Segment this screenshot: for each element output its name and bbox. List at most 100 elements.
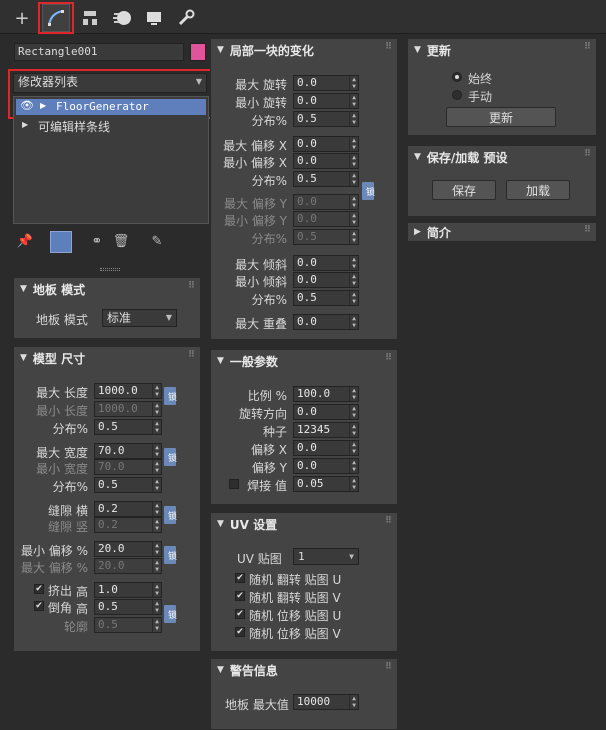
object-name-field[interactable]: Rectangle001 bbox=[14, 43, 184, 61]
spinner-arrows-icon[interactable]: ▲ ▼ bbox=[152, 384, 161, 398]
spinner-arrows-icon[interactable]: ▲ ▼ bbox=[152, 583, 161, 597]
spinner-arrows-icon[interactable]: ▲ ▼ bbox=[349, 477, 358, 491]
spinner-arrows-icon[interactable]: ▲ ▼ bbox=[349, 387, 358, 401]
update-button[interactable]: 更新 bbox=[446, 107, 556, 127]
panel-title: 简介 bbox=[426, 225, 451, 240]
configure-icon[interactable]: ✎ bbox=[148, 232, 166, 250]
make-unique-icon[interactable]: ⚭ bbox=[88, 232, 106, 250]
floor-mode-dropdown[interactable]: 标准 ▼ bbox=[102, 309, 177, 327]
spinner-arrows-icon[interactable]: ▲ ▼ bbox=[152, 542, 161, 556]
value-spinner[interactable]: 0.5 ▲ ▼ bbox=[293, 290, 359, 306]
value-spinner[interactable]: 0.5 ▲ ▼ bbox=[94, 419, 162, 435]
warning-header[interactable]: ▼ 警告信息 ⠿ bbox=[211, 659, 397, 681]
value-spinner[interactable]: 0.0 ▲ ▼ bbox=[293, 314, 359, 330]
wrench-icon[interactable] bbox=[172, 4, 200, 32]
trash-icon[interactable]: 🗑 bbox=[112, 232, 130, 250]
value-spinner[interactable]: 100.0 ▲ ▼ bbox=[293, 386, 359, 402]
value-spinner[interactable]: 0.0 ▲ ▼ bbox=[293, 404, 359, 420]
lock-icon[interactable]: 锁 bbox=[164, 546, 176, 564]
value-spinner[interactable]: 0.0 ▲ ▼ bbox=[293, 136, 359, 152]
saveload-header[interactable]: ▼ 保存/加载 预设 ⠿ bbox=[408, 146, 596, 168]
eye-icon[interactable]: 👁 bbox=[20, 99, 34, 112]
show-end-result-icon[interactable] bbox=[50, 231, 72, 253]
display-icon[interactable] bbox=[140, 4, 168, 32]
value-spinner[interactable]: 0.0 ▲ ▼ bbox=[293, 272, 359, 288]
value-spinner[interactable]: 1.0 ▲ ▼ bbox=[94, 582, 162, 598]
intro-header[interactable]: ▶ 简介 ⠿ bbox=[408, 223, 596, 241]
spinner-arrows-icon[interactable]: ▲ ▼ bbox=[349, 291, 358, 305]
checkbox[interactable]: ✔ bbox=[235, 609, 245, 619]
value-spinner[interactable]: 0.5 ▲ ▼ bbox=[293, 111, 359, 127]
motion-icon[interactable] bbox=[108, 4, 136, 32]
value-spinner[interactable]: 1000.0 ▲ ▼ bbox=[94, 383, 162, 399]
value-spinner[interactable]: 0.0 ▲ ▼ bbox=[293, 93, 359, 109]
expand-icon[interactable]: ▶ bbox=[22, 120, 28, 129]
stack-item-editable-spline[interactable]: ▶ 可编辑样条线 bbox=[16, 117, 206, 134]
spinner-arrows-icon[interactable]: ▲ ▼ bbox=[349, 459, 358, 473]
spinner-arrows-icon[interactable]: ▲ ▼ bbox=[349, 405, 358, 419]
object-color-swatch[interactable] bbox=[190, 43, 206, 61]
general-params-header[interactable]: ▼ 一般参数 ⠿ bbox=[211, 350, 397, 372]
spinner-arrows-icon[interactable]: ▲ ▼ bbox=[349, 172, 358, 186]
value-spinner[interactable]: 0.0 ▲ ▼ bbox=[293, 458, 359, 474]
spinner-value: 0.0 bbox=[297, 76, 317, 89]
load-button[interactable]: 加载 bbox=[506, 180, 570, 200]
update-header[interactable]: ▼ 更新 ⠿ bbox=[408, 39, 596, 61]
value-spinner[interactable]: 70.0 ▲ ▼ bbox=[94, 443, 162, 459]
local-change-header[interactable]: ▼ 局部一块的变化 ⠿ bbox=[211, 39, 397, 61]
pin-icon[interactable]: 📌 bbox=[16, 232, 34, 250]
checkbox[interactable]: ✔ bbox=[34, 601, 44, 611]
value-spinner[interactable]: 0.0 ▲ ▼ bbox=[293, 75, 359, 91]
value-spinner[interactable]: 0.5 ▲ ▼ bbox=[94, 599, 162, 615]
hierarchy-icon[interactable] bbox=[76, 4, 104, 32]
spinner-arrows-icon[interactable]: ▲ ▼ bbox=[349, 423, 358, 437]
checkbox[interactable]: ✔ bbox=[235, 573, 245, 583]
value-spinner[interactable]: 20.0 ▲ ▼ bbox=[94, 541, 162, 557]
spinner-arrows-icon[interactable]: ▲ ▼ bbox=[349, 137, 358, 151]
spinner-arrows-icon[interactable]: ▲ ▼ bbox=[349, 112, 358, 126]
uv-settings-header[interactable]: ▼ UV 设置 ⠿ bbox=[211, 513, 397, 535]
spinner-arrows-icon[interactable]: ▲ ▼ bbox=[152, 420, 161, 434]
spinner-arrows-icon[interactable]: ▲ ▼ bbox=[349, 315, 358, 329]
spinner-arrows-icon[interactable]: ▲ ▼ bbox=[349, 154, 358, 168]
lock-icon[interactable]: 锁 bbox=[164, 506, 176, 524]
value-spinner[interactable]: 12345 ▲ ▼ bbox=[293, 422, 359, 438]
lock-icon[interactable]: 锁 bbox=[164, 448, 176, 466]
radio-always[interactable] bbox=[452, 72, 462, 82]
radio-manual[interactable] bbox=[452, 90, 462, 100]
value-spinner[interactable]: 0.0 ▲ ▼ bbox=[293, 153, 359, 169]
lock-icon[interactable]: 锁 bbox=[362, 182, 374, 200]
spinner-arrows-icon[interactable]: ▲ ▼ bbox=[349, 695, 358, 709]
value-spinner[interactable]: 0.2 ▲ ▼ bbox=[94, 501, 162, 517]
spinner-arrows-icon[interactable]: ▲ ▼ bbox=[349, 441, 358, 455]
save-button[interactable]: 保存 bbox=[432, 180, 496, 200]
spinner-arrows-icon[interactable]: ▲ ▼ bbox=[349, 76, 358, 90]
max-floor-spinner[interactable]: 10000 ▲ ▼ bbox=[293, 694, 359, 710]
spinner-arrows-icon[interactable]: ▲ ▼ bbox=[349, 273, 358, 287]
checkbox[interactable]: ✔ bbox=[34, 584, 44, 594]
checkbox[interactable]: ✔ bbox=[235, 591, 245, 601]
value-spinner[interactable]: 0.5 ▲ ▼ bbox=[94, 477, 162, 493]
expand-icon[interactable]: ▶ bbox=[40, 101, 46, 110]
spinner-arrows-icon[interactable]: ▲ ▼ bbox=[152, 444, 161, 458]
spinner-arrows-icon[interactable]: ▲ ▼ bbox=[349, 256, 358, 270]
field-label: 比例 % bbox=[247, 389, 287, 403]
spinner-arrows-icon[interactable]: ▲ ▼ bbox=[152, 478, 161, 492]
value-spinner[interactable]: 0.05 ▲ ▼ bbox=[293, 476, 359, 492]
checkbox[interactable]: ✔ bbox=[235, 627, 245, 637]
floor-mode-header[interactable]: ▼ 地板 模式 ⠿ bbox=[14, 278, 200, 300]
checkbox[interactable] bbox=[229, 479, 239, 489]
value-spinner[interactable]: 0.5 ▲ ▼ bbox=[293, 171, 359, 187]
stack-item-floorgenerator[interactable]: 👁 ▶ FloorGenerator bbox=[16, 99, 206, 115]
plus-icon[interactable]: + bbox=[8, 4, 36, 32]
spinner-arrows-icon[interactable]: ▲ ▼ bbox=[152, 600, 161, 614]
model-size-header[interactable]: ▼ 模型 尺寸 ⠿ bbox=[14, 347, 200, 369]
spinner-arrows-icon[interactable]: ▲ ▼ bbox=[152, 502, 161, 516]
value-spinner[interactable]: 0.0 ▲ ▼ bbox=[293, 255, 359, 271]
uv-map-dropdown[interactable]: 1 ▼ bbox=[293, 548, 359, 565]
value-spinner[interactable]: 0.0 ▲ ▼ bbox=[293, 440, 359, 456]
lock-icon[interactable]: 锁 bbox=[164, 387, 176, 405]
lock-icon[interactable]: 锁 bbox=[164, 605, 176, 623]
splitter-handle[interactable] bbox=[100, 268, 120, 271]
spinner-arrows-icon[interactable]: ▲ ▼ bbox=[349, 94, 358, 108]
